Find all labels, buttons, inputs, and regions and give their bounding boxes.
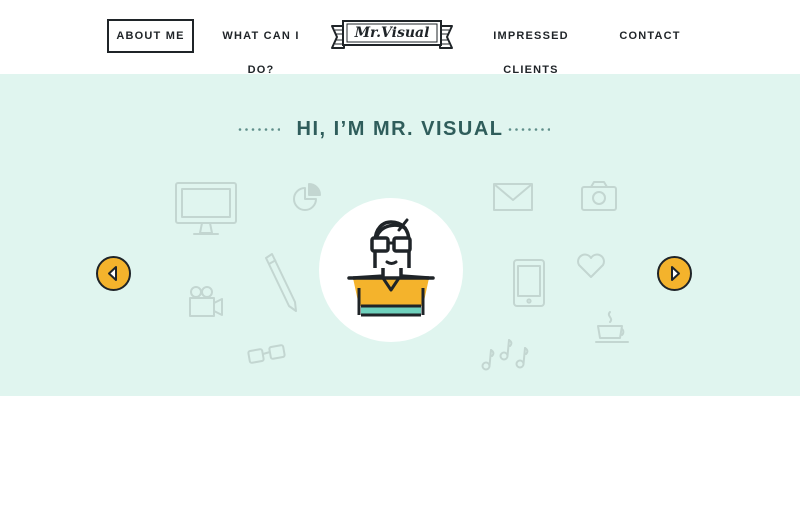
glasses-icon bbox=[247, 344, 286, 364]
carousel-prev-button[interactable] bbox=[96, 256, 131, 291]
header: ABOUT ME WHAT CAN I DO? Mr.Visual IMPRES… bbox=[0, 0, 800, 76]
hero-title: HI, I’M MR. VISUAL bbox=[296, 118, 504, 140]
avatar-circle bbox=[319, 198, 463, 342]
envelope-icon bbox=[493, 183, 533, 211]
nav-impressed-clients[interactable]: IMPRESSED CLIENTS bbox=[468, 19, 594, 76]
coffee-cup-icon bbox=[595, 311, 629, 343]
monitor-icon bbox=[175, 182, 237, 235]
dotted-divider-right bbox=[508, 128, 550, 131]
arrow-right-icon bbox=[671, 266, 680, 281]
pie-chart-icon bbox=[293, 183, 321, 211]
video-camera-icon bbox=[189, 286, 223, 317]
logo-text: Mr.Visual bbox=[354, 25, 430, 41]
music-notes-icon bbox=[481, 339, 529, 371]
nav-what-can-i-do[interactable]: WHAT CAN I DO? bbox=[207, 19, 315, 76]
carousel-next-button[interactable] bbox=[657, 256, 692, 291]
phone-icon bbox=[513, 259, 545, 307]
nav-about-me[interactable]: ABOUT ME bbox=[107, 19, 194, 53]
hero-section: HI, I’M MR. VISUAL bbox=[0, 74, 800, 396]
nav-contact[interactable]: CONTACT bbox=[614, 19, 686, 53]
pencil-icon bbox=[265, 253, 297, 312]
camera-icon bbox=[581, 181, 617, 211]
mr-visual-avatar-icon bbox=[347, 218, 435, 317]
arrow-left-icon bbox=[108, 266, 117, 281]
logo[interactable]: Mr.Visual bbox=[330, 18, 454, 52]
heart-icon bbox=[577, 253, 605, 278]
